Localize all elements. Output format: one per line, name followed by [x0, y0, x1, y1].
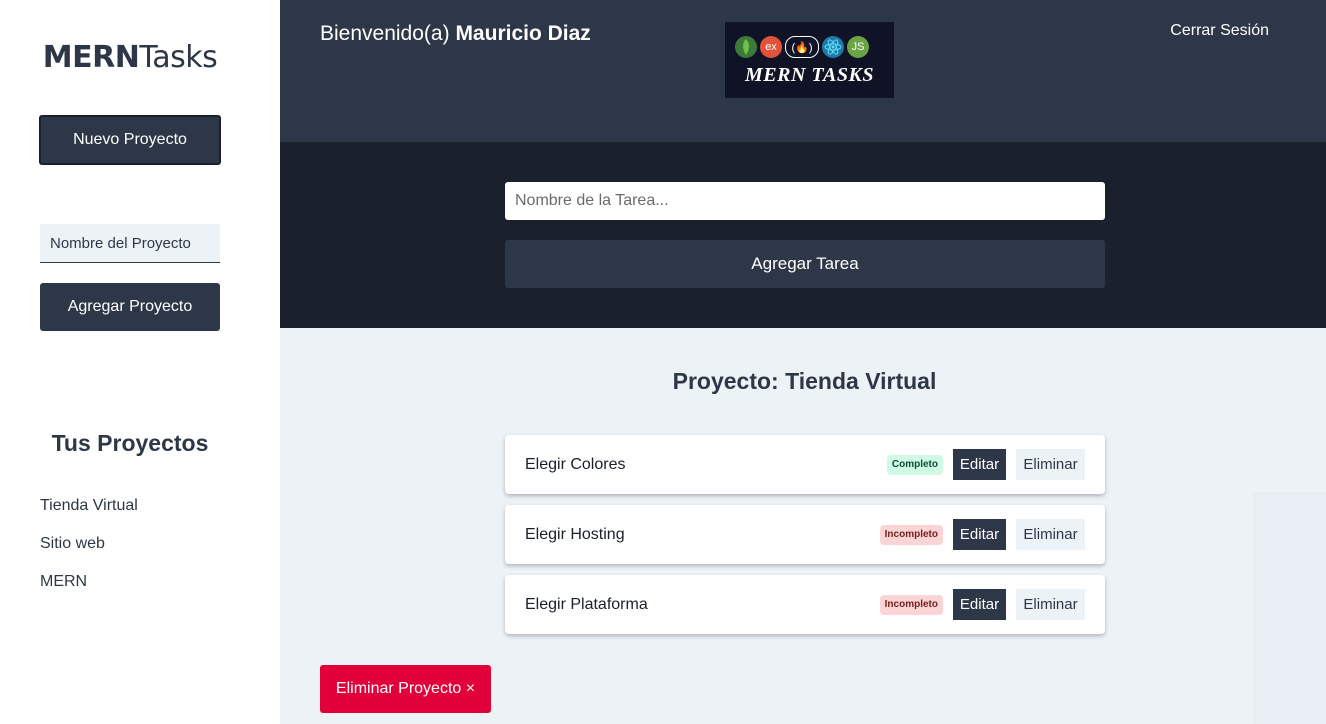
sidebar: MERNTasks Nuevo Proyecto Agregar Proyect… [0, 0, 280, 724]
nodejs-icon: JS [847, 36, 869, 58]
status-badge[interactable]: Incompleto [879, 525, 943, 545]
freecodecamp-icon: (🔥) [785, 36, 819, 58]
logo-text: MERN TASKS [745, 64, 874, 86]
logo-icons: ex (🔥) JS [735, 36, 869, 58]
task-item: Elegir Colores Completo Editar Eliminar [505, 435, 1105, 494]
delete-task-button[interactable]: Eliminar [1016, 519, 1085, 550]
welcome-prefix: Bienvenido(a) [320, 22, 450, 45]
app-brand: MERNTasks [0, 40, 260, 75]
add-task-button[interactable]: Agregar Tarea [505, 240, 1105, 288]
mern-logo: ex (🔥) JS MERN TASKS [725, 22, 894, 98]
task-name: Elegir Colores [525, 456, 626, 473]
project-list: Tienda Virtual Sitio web MERN [40, 495, 138, 609]
delete-task-button[interactable]: Eliminar [1016, 449, 1085, 480]
delete-task-button[interactable]: Eliminar [1016, 589, 1085, 620]
status-badge[interactable]: Completo [886, 455, 943, 475]
user-name: Mauricio Diaz [455, 22, 591, 45]
task-name-input[interactable] [505, 182, 1105, 220]
project-item-sitio-web[interactable]: Sitio web [40, 533, 138, 571]
app-header: Bienvenido(a) Mauricio Diaz ex (🔥) JS ME… [280, 0, 1326, 142]
mongodb-icon [735, 36, 757, 58]
project-item-tienda-virtual[interactable]: Tienda Virtual [40, 495, 138, 533]
task-form: Agregar Tarea [280, 142, 1326, 328]
edit-task-button[interactable]: Editar [953, 519, 1006, 550]
brand-bold: MERN [42, 40, 140, 75]
project-name-input[interactable] [40, 224, 220, 263]
project-title: Proyecto: Tienda Virtual [672, 368, 937, 394]
logout-button[interactable]: Cerrar Sesión [1170, 22, 1269, 40]
add-project-button[interactable]: Agregar Proyecto [40, 283, 220, 331]
express-icon: ex [760, 36, 782, 58]
edit-task-button[interactable]: Editar [953, 449, 1006, 480]
scroll-area [1253, 492, 1326, 724]
welcome-message: Bienvenido(a) Mauricio Diaz [320, 22, 591, 46]
task-item: Elegir Plataforma Incompleto Editar Elim… [505, 575, 1105, 634]
your-projects-title: Tus Proyectos [51, 430, 209, 456]
edit-task-button[interactable]: Editar [953, 589, 1006, 620]
new-project-button[interactable]: Nuevo Proyecto [39, 115, 221, 165]
project-item-mern[interactable]: MERN [40, 571, 138, 609]
delete-project-button[interactable]: Eliminar Proyecto × [320, 665, 491, 713]
task-name: Elegir Hosting [525, 526, 625, 543]
task-name: Elegir Plataforma [525, 596, 648, 613]
status-badge[interactable]: Incompleto [879, 595, 943, 615]
task-item: Elegir Hosting Incompleto Editar Elimina… [505, 505, 1105, 564]
react-icon [822, 36, 844, 58]
brand-light: Tasks [139, 40, 218, 75]
